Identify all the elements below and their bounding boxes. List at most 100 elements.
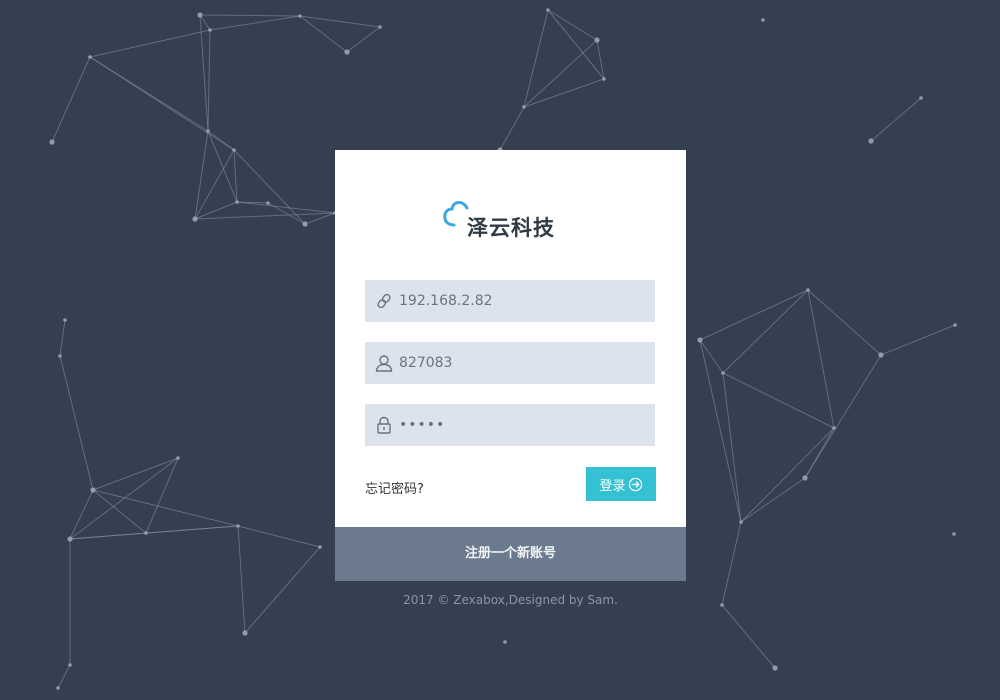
brand: 泽云科技 — [443, 194, 583, 240]
network-line — [523, 39, 598, 108]
network-line — [233, 149, 238, 203]
network-node — [63, 318, 67, 322]
network-node — [232, 148, 236, 152]
network-line — [721, 604, 776, 669]
network-line — [89, 29, 211, 58]
network-line — [237, 525, 246, 634]
network-node — [318, 545, 322, 549]
footer-text: 2017 © Zexabox,Designed by Sam. — [403, 593, 618, 607]
network-line — [51, 56, 91, 143]
brand-name: 泽云科技 — [467, 216, 555, 240]
network-line — [699, 289, 809, 341]
network-node — [878, 352, 884, 358]
network-node — [266, 201, 270, 205]
network-node — [206, 129, 210, 133]
network-line — [499, 106, 525, 151]
network-line — [523, 78, 605, 108]
network-line — [807, 289, 882, 356]
network-line — [59, 319, 66, 357]
login-button-label: 登录 — [599, 478, 626, 494]
user-icon — [375, 355, 393, 372]
username-field[interactable] — [365, 342, 655, 384]
network-line — [194, 212, 336, 220]
network-line — [92, 457, 179, 491]
network-node — [144, 531, 148, 535]
network-node — [919, 96, 923, 100]
network-line — [194, 130, 209, 220]
arrow-circle-right-icon — [628, 477, 642, 491]
username-input[interactable] — [399, 342, 644, 384]
network-line — [199, 14, 211, 31]
network-node — [546, 8, 550, 12]
network-node — [594, 37, 600, 43]
network-line — [69, 525, 239, 540]
network-line — [740, 477, 806, 523]
network-line — [69, 489, 94, 540]
network-line — [237, 525, 321, 548]
network-node — [721, 371, 725, 375]
network-node — [832, 426, 836, 430]
network-line — [194, 149, 235, 220]
network-node — [602, 77, 606, 81]
network-line — [199, 14, 301, 17]
network-node — [90, 487, 96, 493]
register-button[interactable]: 注册一个新账号 — [335, 527, 686, 581]
network-line — [304, 212, 336, 225]
network-line — [89, 56, 235, 151]
server-field[interactable] — [365, 280, 655, 322]
network-line — [547, 9, 605, 80]
network-line — [145, 457, 179, 534]
network-line — [721, 521, 742, 606]
network-node — [176, 456, 180, 460]
network-node — [242, 630, 248, 636]
network-node — [235, 200, 239, 204]
network-node — [953, 323, 957, 327]
network-node — [197, 12, 203, 18]
network-node — [68, 663, 72, 667]
network-node — [88, 55, 92, 59]
network-node — [772, 665, 778, 671]
network-line — [699, 339, 742, 523]
network-line — [209, 15, 301, 31]
network-line — [740, 427, 835, 523]
server-input[interactable] — [399, 280, 644, 322]
network-node — [697, 337, 703, 343]
login-card: 泽云科技 忘记密码? 登录 — [335, 150, 686, 527]
network-node — [802, 475, 808, 481]
network-node — [67, 536, 73, 542]
network-line — [722, 372, 742, 523]
network-node — [739, 520, 743, 524]
network-node — [952, 532, 956, 536]
network-node — [302, 221, 308, 227]
network-line — [596, 39, 605, 80]
network-line — [207, 29, 211, 132]
network-line — [807, 289, 835, 429]
network-node — [503, 640, 507, 644]
network-node — [868, 138, 874, 144]
network-node — [298, 14, 302, 18]
network-node — [236, 524, 240, 528]
network-line — [69, 457, 179, 540]
network-node — [56, 686, 60, 690]
network-node — [522, 105, 526, 109]
password-field[interactable] — [365, 404, 655, 446]
network-line — [880, 324, 956, 356]
forgot-password-link[interactable]: 忘记密码? — [365, 478, 424, 497]
network-node — [806, 288, 810, 292]
network-node — [208, 28, 212, 32]
login-button[interactable]: 登录 — [586, 467, 656, 501]
network-line — [722, 372, 835, 429]
network-line — [199, 14, 209, 132]
network-line — [194, 201, 238, 220]
network-line — [346, 26, 381, 53]
network-node — [58, 354, 62, 358]
network-line — [870, 97, 922, 142]
network-line — [233, 149, 306, 225]
network-line — [244, 546, 321, 634]
lock-icon — [377, 416, 391, 434]
network-node — [344, 49, 350, 55]
link-icon — [377, 293, 391, 309]
network-line — [523, 9, 549, 108]
password-input[interactable] — [399, 404, 644, 446]
network-line — [59, 355, 94, 491]
